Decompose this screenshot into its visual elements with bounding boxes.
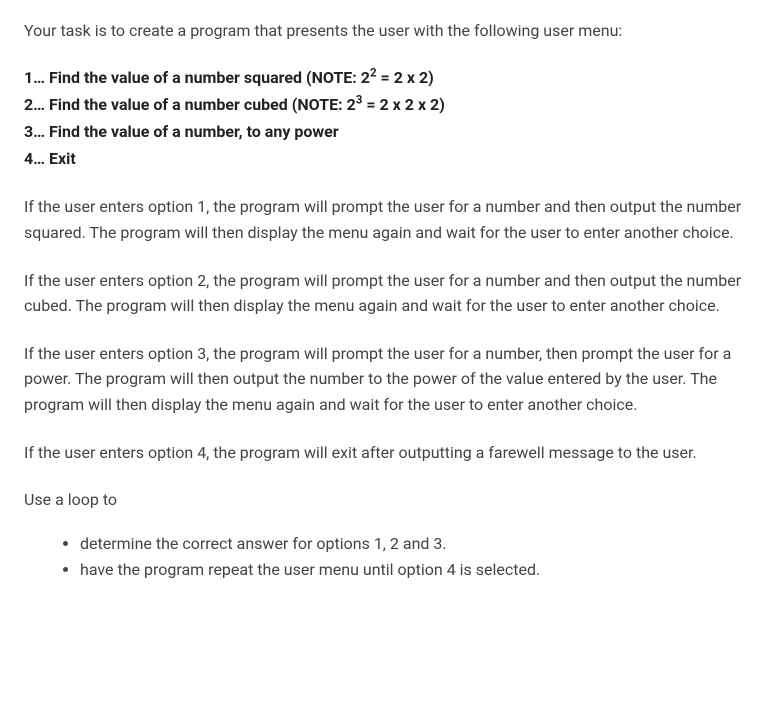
intro-paragraph: Your task is to create a program that pr… — [24, 18, 748, 44]
menu-item-2: 2… Find the value of a number cubed (NOT… — [24, 91, 748, 118]
bullet-item-2: have the program repeat the user menu un… — [80, 557, 748, 583]
menu-item-1-prefix: 1… Find the value of a number squared (N… — [24, 68, 370, 87]
menu-item-4: 4… Exit — [24, 145, 748, 172]
menu-item-3: 3… Find the value of a number, to any po… — [24, 118, 748, 145]
paragraph-option-3: If the user enters option 3, the program… — [24, 341, 748, 418]
bullet-item-1: determine the correct answer for options… — [80, 531, 748, 557]
menu-item-4-prefix: 4… Exit — [24, 149, 76, 168]
menu-list: 1… Find the value of a number squared (N… — [24, 64, 748, 173]
menu-item-1: 1… Find the value of a number squared (N… — [24, 64, 748, 91]
menu-item-1-suffix: = 2 x 2) — [377, 68, 434, 87]
paragraph-option-4: If the user enters option 4, the program… — [24, 440, 748, 466]
bullet-list: determine the correct answer for options… — [24, 531, 748, 584]
paragraph-option-2: If the user enters option 2, the program… — [24, 268, 748, 319]
paragraph-option-1: If the user enters option 1, the program… — [24, 194, 748, 245]
menu-item-1-sup: 2 — [370, 65, 377, 79]
loop-intro: Use a loop to — [24, 487, 748, 513]
menu-item-2-prefix: 2… Find the value of a number cubed (NOT… — [24, 95, 356, 114]
menu-item-3-prefix: 3… Find the value of a number, to any po… — [24, 122, 339, 141]
menu-item-2-suffix: = 2 x 2 x 2) — [362, 95, 444, 114]
